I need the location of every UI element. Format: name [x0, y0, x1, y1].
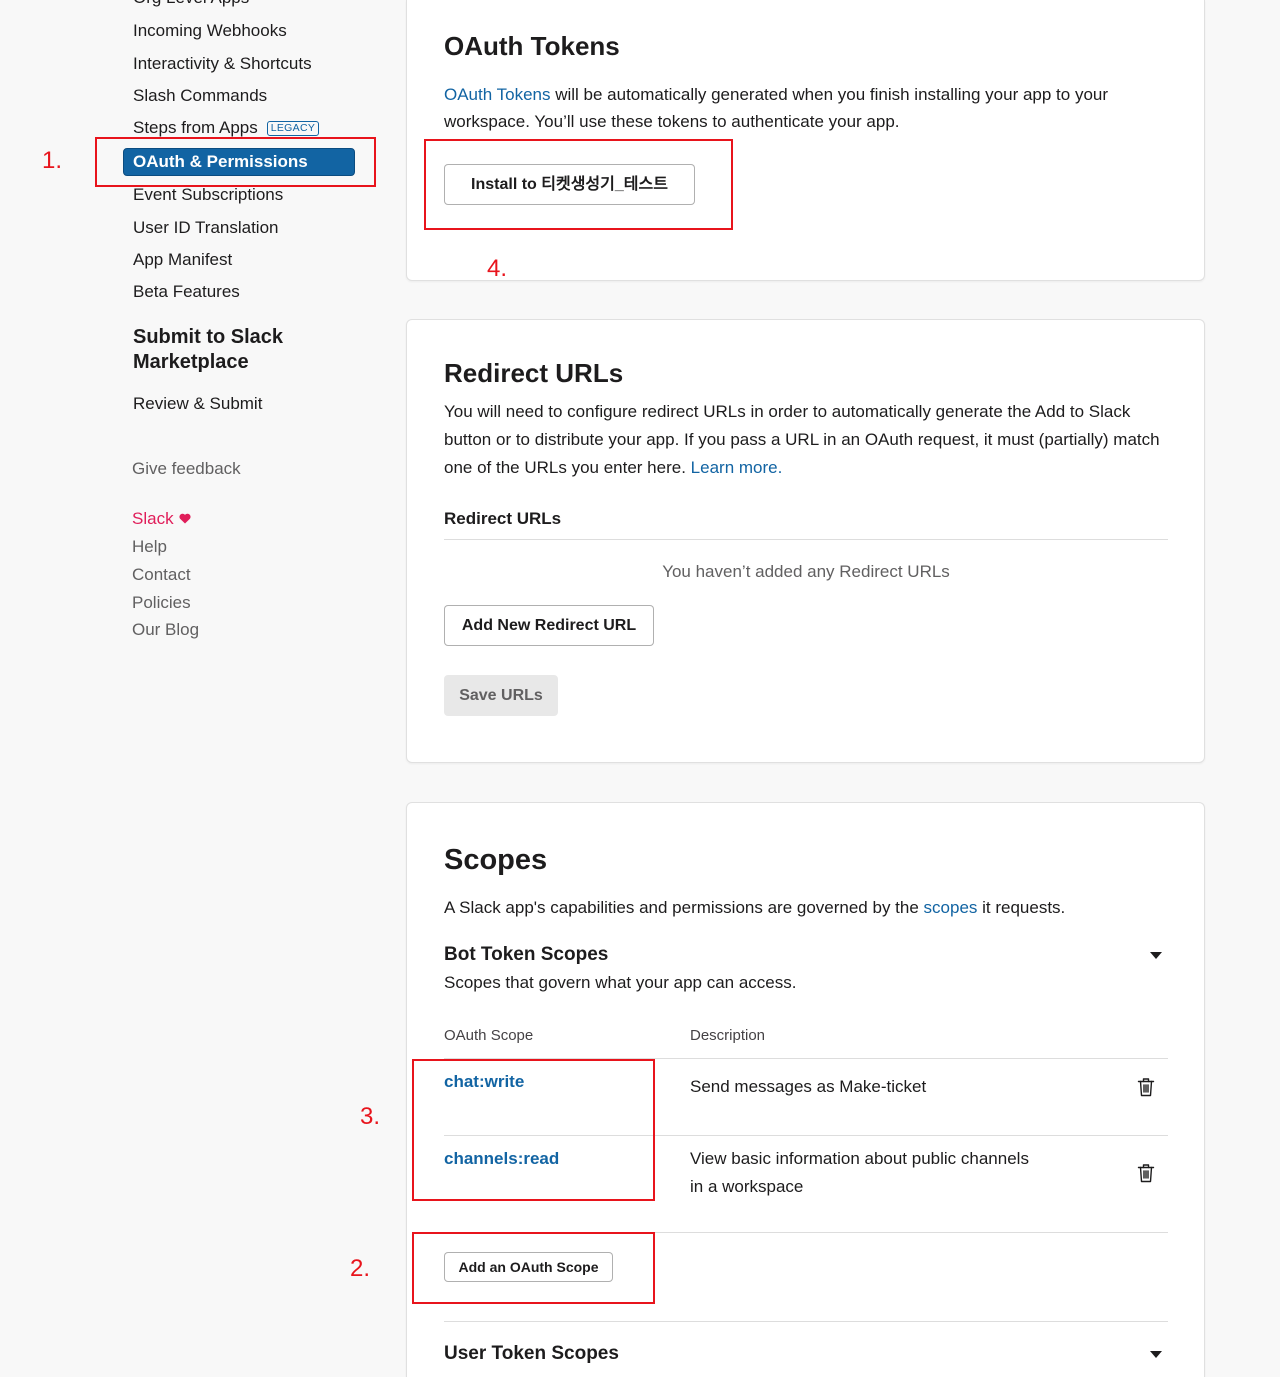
scope-row: channels:read View basic information abo… [444, 1136, 1168, 1233]
nav-item-user-id-translation[interactable]: User ID Translation [133, 216, 279, 240]
caret-down-icon[interactable] [1150, 952, 1162, 959]
oauth-tokens-title: OAuth Tokens [444, 31, 620, 61]
footer-link-contact[interactable]: Contact [132, 563, 191, 587]
add-oauth-scope-button[interactable]: Add an OAuth Scope [444, 1252, 613, 1282]
scopes-description: A Slack app's capabilities and permissio… [444, 896, 1168, 920]
scopes-description-text: A Slack app's capabilities and permissio… [444, 898, 924, 917]
caret-down-icon[interactable] [1150, 1351, 1162, 1358]
trash-icon[interactable] [1137, 1163, 1155, 1183]
user-token-scopes-title: User Token Scopes [444, 1343, 619, 1364]
nav-item-event-subscriptions[interactable]: Event Subscriptions [133, 183, 283, 207]
scopes-card: Scopes A Slack app's capabilities and pe… [406, 802, 1205, 1377]
scope-name-link[interactable]: channels:read [444, 1147, 559, 1171]
nav-item-oauth-permissions[interactable]: OAuth & Permissions [123, 148, 355, 176]
nav-item-beta-features[interactable]: Beta Features [133, 280, 240, 304]
annotation-label-4: 4. [487, 255, 508, 282]
footer-link-policies[interactable]: Policies [132, 591, 191, 615]
redirect-urls-card: Redirect URLs You will need to configure… [406, 319, 1205, 763]
scope-name-link[interactable]: chat:write [444, 1070, 524, 1094]
install-to-workspace-button[interactable]: Install to 티켓생성기_테스트 [444, 164, 695, 205]
legacy-badge: LEGACY [266, 121, 320, 136]
annotation-label-2: 2. [350, 1255, 371, 1282]
divider [444, 539, 1168, 540]
annotation-label-1: 1. [42, 147, 63, 174]
annotation-label-3: 3. [360, 1103, 381, 1130]
nav-item-org-level-apps[interactable]: Org Level Apps [133, 0, 249, 10]
bot-token-scopes-subtitle: Scopes that govern what your app can acc… [444, 973, 797, 992]
scopes-title: Scopes [444, 844, 548, 876]
redirect-urls-description-text: You will need to configure redirect URLs… [444, 402, 1160, 477]
redirect-urls-title: Redirect URLs [444, 358, 624, 388]
footer-link-our-blog[interactable]: Our Blog [132, 618, 199, 642]
column-header-oauth-scope: OAuth Scope [444, 1027, 534, 1044]
nav-item-app-manifest[interactable]: App Manifest [133, 248, 232, 272]
redirect-urls-list-label: Redirect URLs [444, 509, 562, 528]
scope-row: chat:write Send messages as Make-ticket [444, 1059, 1168, 1136]
save-urls-button[interactable]: Save URLs [444, 675, 558, 716]
footer-link-slack[interactable]: Slack [132, 507, 191, 531]
column-header-description: Description [690, 1027, 766, 1044]
nav-item-clip: Org Level Apps [133, 0, 333, 10]
oauth-tokens-link[interactable]: OAuth Tokens [444, 85, 550, 104]
bot-token-scopes-title: Bot Token Scopes [444, 944, 609, 965]
give-feedback-link[interactable]: Give feedback [132, 457, 241, 481]
nav-item-review-submit[interactable]: Review & Submit [133, 392, 262, 416]
footer-link-label: Slack [132, 509, 174, 528]
add-new-redirect-url-button[interactable]: Add New Redirect URL [444, 605, 654, 646]
divider [444, 1321, 1168, 1322]
nav-item-slash-commands[interactable]: Slash Commands [133, 84, 267, 108]
scopes-link[interactable]: scopes [924, 898, 978, 917]
oauth-tokens-card: OAuth Tokens OAuth Tokens will be automa… [406, 0, 1205, 281]
heart-icon [179, 507, 191, 531]
redirect-urls-empty-message: You haven’t added any Redirect URLs [662, 562, 950, 581]
nav-item-incoming-webhooks[interactable]: Incoming Webhooks [133, 19, 287, 43]
footer-link-help[interactable]: Help [132, 535, 167, 559]
nav-item-label: OAuth & Permissions [133, 152, 308, 171]
submit-section-title: Submit to Slack Marketplace [133, 326, 284, 373]
redirect-urls-description: You will need to configure redirect URLs… [444, 398, 1168, 482]
trash-icon[interactable] [1137, 1077, 1155, 1097]
oauth-tokens-description: OAuth Tokens will be automatically gener… [444, 81, 1168, 135]
nav-item-interactivity-shortcuts[interactable]: Interactivity & Shortcuts [133, 52, 312, 76]
learn-more-link[interactable]: Learn more. [691, 458, 783, 477]
scope-description: View basic information about public chan… [690, 1149, 1029, 1196]
scope-description: Send messages as Make-ticket [690, 1077, 927, 1096]
scopes-description-text: it requests. [977, 898, 1066, 917]
nav-item-label: Steps from Apps [133, 118, 258, 137]
nav-item-steps-from-apps[interactable]: Steps from Apps LEGACY [133, 116, 320, 140]
